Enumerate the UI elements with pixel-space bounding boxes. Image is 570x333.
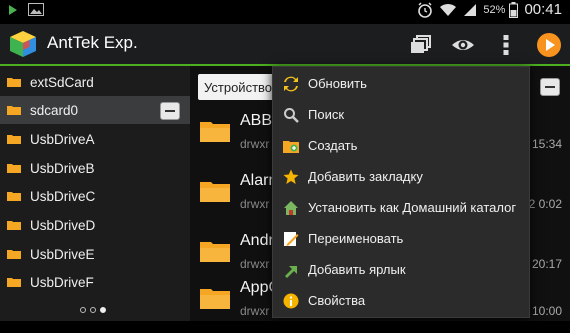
- file-name: Andr: [240, 232, 274, 249]
- sidebar-item-label: UsbDriveF: [30, 274, 94, 290]
- sidebar-item-usbdrivea[interactable]: UsbDriveA: [0, 125, 190, 153]
- sidebar-item-label: UsbDriveA: [30, 131, 95, 147]
- sidebar-item-usbdrived[interactable]: UsbDriveD: [0, 211, 190, 239]
- collapse-button[interactable]: [540, 78, 560, 96]
- sidebar-item-sdcard0[interactable]: sdcard0: [0, 96, 190, 124]
- menu-item-properties[interactable]: Свойства: [273, 285, 529, 316]
- menu-item-add-shortcut[interactable]: Добавить ярлык: [273, 254, 529, 285]
- file-time: 2 0:02: [528, 197, 562, 211]
- signal-icon: [464, 3, 477, 16]
- sidebar-item-label: UsbDriveC: [30, 188, 96, 204]
- folder-icon: [7, 278, 21, 287]
- file-permissions: drwxr: [240, 137, 270, 151]
- folder-icon: [7, 221, 21, 230]
- menu-item-label: Добавить ярлык: [308, 262, 406, 277]
- page-dot[interactable]: [80, 307, 86, 313]
- eye-icon[interactable]: [450, 32, 476, 58]
- rename-icon: [284, 231, 299, 246]
- file-time: 10:00: [531, 304, 562, 318]
- wifi-icon: [440, 3, 457, 16]
- star-icon: [283, 169, 299, 184]
- info-icon: [283, 293, 299, 308]
- file-time: 20:17: [531, 257, 562, 271]
- menu-item-label: Установить как Домашний каталог: [308, 200, 517, 215]
- sidebar-item-label: UsbDriveB: [30, 160, 95, 176]
- shortcut-icon: [285, 265, 297, 278]
- folder-icon: [7, 135, 21, 144]
- menu-item-set-home[interactable]: Установить как Домашний каталог: [273, 192, 529, 223]
- menu-item-label: Переименовать: [308, 231, 404, 246]
- search-icon: [284, 107, 299, 123]
- sidebar-item-label: UsbDriveE: [30, 246, 95, 262]
- sidebar-item-usbdrivef[interactable]: UsbDriveF: [0, 268, 190, 296]
- status-bar: 52% 00:41: [0, 0, 570, 24]
- overflow-menu-icon[interactable]: [493, 32, 519, 58]
- home-icon: [284, 200, 298, 215]
- menu-item-label: Поиск: [308, 107, 345, 122]
- app-logo-icon[interactable]: [7, 28, 39, 60]
- app-title: AntTek Exp.: [47, 33, 138, 52]
- windows-icon[interactable]: [408, 32, 434, 58]
- menu-item-label: Свойства: [308, 293, 366, 308]
- page-indicator: [80, 307, 106, 313]
- menu-item-label: Обновить: [308, 76, 367, 91]
- new-folder-icon: [283, 140, 299, 153]
- storage-sidebar: extSdCard sdcard0 UsbDriveA UsbDriveB Us…: [0, 66, 190, 321]
- menu-item-label: Создать: [308, 138, 358, 153]
- folder-icon: [7, 164, 21, 173]
- file-permissions: drwxr: [240, 197, 270, 211]
- clock: 00:41: [524, 1, 562, 18]
- page-dot-active[interactable]: [100, 307, 106, 313]
- battery-icon: [509, 1, 519, 18]
- sidebar-item-label: UsbDriveD: [30, 217, 96, 233]
- collapse-button[interactable]: [160, 102, 180, 120]
- folder-icon: [200, 289, 230, 309]
- sidebar-item-extsdcard[interactable]: extSdCard: [0, 68, 190, 96]
- file-permissions: drwxr: [240, 304, 270, 318]
- folder-icon: [7, 78, 21, 87]
- image-notification-icon: [28, 3, 44, 16]
- battery-percent: 52%: [483, 3, 506, 16]
- sidebar-item-usbdrivec[interactable]: UsbDriveC: [0, 182, 190, 210]
- overflow-menu: Обновить Поиск Создать Добавить закладку…: [272, 66, 530, 318]
- folder-icon: [200, 122, 230, 142]
- action-bar: AntTek Exp.: [0, 24, 570, 66]
- folder-icon: [200, 182, 230, 202]
- folder-icon: [7, 106, 21, 115]
- menu-item-label: Добавить закладку: [308, 169, 423, 184]
- sidebar-item-usbdrivee[interactable]: UsbDriveE: [0, 240, 190, 268]
- folder-icon: [7, 250, 21, 259]
- file-time: 15:34: [531, 137, 562, 151]
- menu-item-create[interactable]: Создать: [273, 130, 529, 161]
- sidebar-item-label: extSdCard: [30, 74, 94, 90]
- sidebar-item-label: sdcard0: [30, 102, 79, 118]
- page-dot[interactable]: [90, 307, 96, 313]
- file-permissions: drwxr: [240, 257, 270, 271]
- sidebar-item-usbdriveb[interactable]: UsbDriveB: [0, 154, 190, 182]
- menu-item-add-bookmark[interactable]: Добавить закладку: [273, 161, 529, 192]
- play-store-notification-icon: [9, 4, 17, 15]
- folder-icon: [200, 242, 230, 262]
- menu-item-search[interactable]: Поиск: [273, 99, 529, 130]
- play-icon[interactable]: [536, 32, 562, 58]
- alarm-icon: [418, 1, 433, 18]
- menu-item-rename[interactable]: Переименовать: [273, 223, 529, 254]
- folder-icon: [7, 192, 21, 201]
- menu-item-refresh[interactable]: Обновить: [273, 68, 529, 99]
- refresh-icon: [284, 76, 298, 91]
